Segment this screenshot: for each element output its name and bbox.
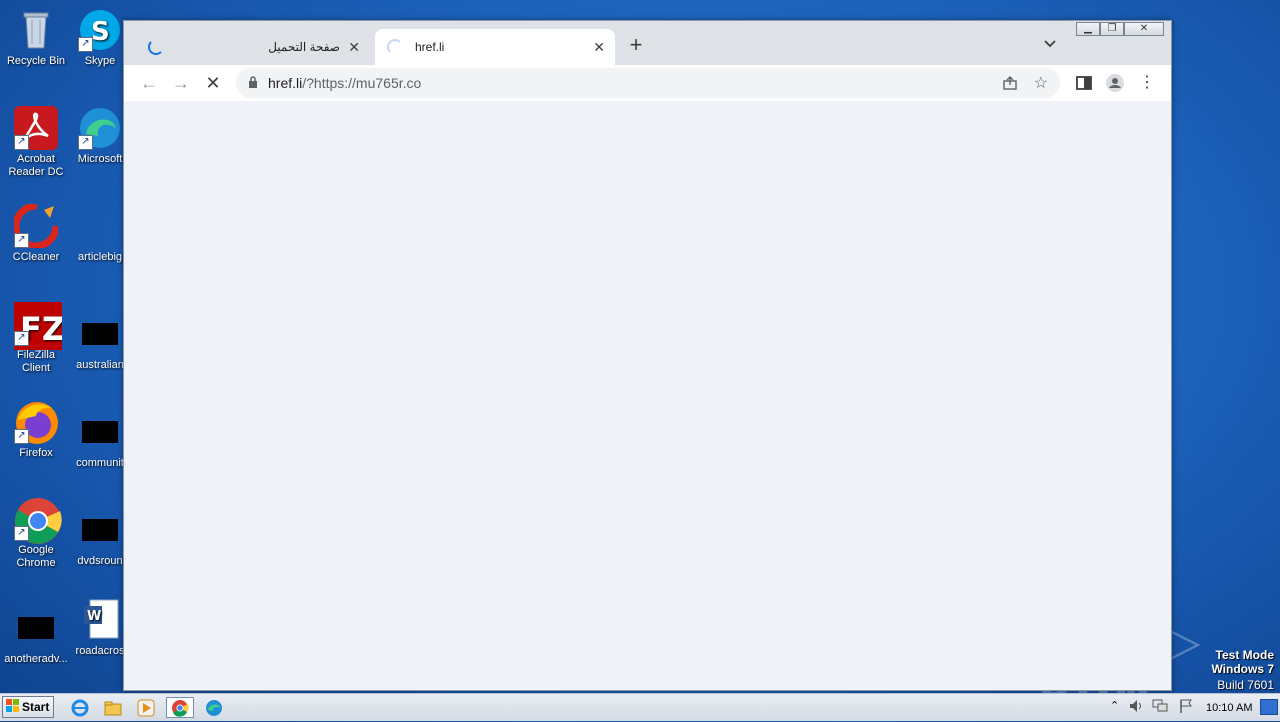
desktop-icon-label: CCleaner <box>12 251 60 263</box>
taskbar-ie-icon[interactable] <box>66 697 94 718</box>
desktop-icon-label: articlebig <box>77 251 123 263</box>
close-window-button[interactable]: ✕ <box>1124 22 1164 36</box>
page-content[interactable] <box>124 101 1171 690</box>
taskbar-explorer-icon[interactable] <box>99 697 127 718</box>
new-tab-button[interactable]: + <box>624 32 648 58</box>
shortcut-arrow-icon: ↗ <box>14 135 29 150</box>
shortcut-arrow-icon: ↗ <box>78 135 93 150</box>
desktop-icon-label: roadacros <box>75 645 125 657</box>
url-path: /?https://mu765r.co <box>302 75 422 91</box>
tab-strip: صفحة التحميل ✕ href.li ✕ + ▁ ❐ ✕ <box>124 21 1171 65</box>
show-desktop-button[interactable] <box>1260 699 1278 715</box>
tab-href-li[interactable]: href.li ✕ <box>375 29 615 65</box>
minimize-button[interactable]: ▁ <box>1076 22 1100 36</box>
desktop-icon-acrobat[interactable]: ↗ Acrobat Reader DC <box>3 106 69 179</box>
tray-overflow-icon[interactable]: ⌃ <box>1110 699 1119 712</box>
shortcut-arrow-icon: ↗ <box>14 429 29 444</box>
forward-button[interactable]: → <box>169 71 193 95</box>
ccleaner-icon: ↗ <box>12 202 60 250</box>
file-thumbnail-icon <box>18 617 54 639</box>
test-mode-label: Test Mode <box>1215 648 1274 662</box>
profile-avatar-icon[interactable] <box>1105 73 1125 93</box>
acrobat-icon: ↗ <box>14 106 58 150</box>
action-center-flag-icon[interactable] <box>1178 698 1194 719</box>
loading-spinner-icon <box>387 39 403 55</box>
tab-loading-page[interactable]: صفحة التحميل ✕ <box>138 29 370 65</box>
desktop-icon-label: Acrobat Reader DC <box>8 153 64 178</box>
stop-loading-button[interactable]: ✕ <box>201 71 225 95</box>
windows-logo-icon <box>6 698 20 716</box>
skype-icon: S ↗ <box>78 8 122 52</box>
taskbar-media-player-icon[interactable] <box>132 697 160 718</box>
shortcut-arrow-icon: ↗ <box>14 233 29 248</box>
desktop-icon-label: Microsoft <box>77 153 123 165</box>
start-label: Start <box>22 700 50 714</box>
address-bar[interactable]: href.li/?https://mu765r.co ☆ <box>236 68 1060 98</box>
desktop-icon-label: FileZilla Client <box>17 349 55 374</box>
back-button[interactable]: ← <box>137 71 161 95</box>
recycle-bin-icon <box>14 8 58 52</box>
desktop-icon-label: Recycle Bin <box>6 55 66 67</box>
file-thumbnail-icon <box>82 323 118 345</box>
start-button[interactable]: Start <box>2 696 54 718</box>
desktop-icon-label: Google Chrome <box>16 544 56 569</box>
close-tab-icon[interactable]: ✕ <box>348 39 360 56</box>
desktop-icon-google-chrome[interactable]: ↗ Google Chrome <box>3 497 69 570</box>
desktop-icon-label: anotheradv... <box>4 653 68 665</box>
chrome-icon: ↗ <box>14 497 62 544</box>
shortcut-arrow-icon: ↗ <box>14 331 29 346</box>
taskbar-clock[interactable]: 10:10 AM <box>1206 702 1252 714</box>
desktop-icon-ccleaner[interactable]: ↗ CCleaner <box>3 202 69 264</box>
taskbar: Start ⌃ 10:10 AM <box>0 693 1280 721</box>
volume-icon[interactable] <box>1128 698 1144 719</box>
tab-search-chevron-icon[interactable] <box>1042 35 1058 51</box>
edge-icon: ↗ <box>78 106 122 150</box>
loading-spinner-icon <box>148 39 164 55</box>
kebab-menu-icon[interactable]: ⋮ <box>1137 73 1157 93</box>
desktop-icon-filezilla[interactable]: FZ ↗ FileZilla Client <box>3 302 69 375</box>
taskbar-edge-icon[interactable] <box>200 697 228 718</box>
desktop-icon-firefox[interactable]: ↗ Firefox <box>3 400 69 460</box>
desktop-icon-label: australian <box>76 359 124 371</box>
shortcut-arrow-icon: ↗ <box>78 37 93 52</box>
side-panel-icon[interactable] <box>1074 73 1094 93</box>
svg-text:S: S <box>91 17 110 47</box>
build-number-label: Build 7601 <box>1217 678 1274 692</box>
file-thumbnail-icon <box>82 519 118 541</box>
file-thumbnail-icon <box>82 421 118 443</box>
desktop-icon-label: Skype <box>84 55 116 67</box>
desktop-icon-recycle-bin[interactable]: Recycle Bin <box>3 8 69 68</box>
tab-title: href.li <box>415 40 445 54</box>
word-document-icon: W <box>78 598 122 642</box>
filezilla-icon: FZ ↗ <box>14 302 65 350</box>
desktop-icon-label: Firefox <box>19 447 53 459</box>
desktop-icon-label: communit <box>76 457 124 469</box>
url-host: href.li <box>268 75 303 91</box>
close-tab-icon[interactable]: ✕ <box>593 39 605 56</box>
share-icon[interactable] <box>1002 75 1018 94</box>
tab-title: صفحة التحميل <box>268 40 340 54</box>
shortcut-arrow-icon: ↗ <box>14 526 29 541</box>
lock-icon <box>248 75 258 91</box>
windows-version-label: Windows 7 <box>1211 662 1274 676</box>
chrome-window[interactable]: صفحة التحميل ✕ href.li ✕ + ▁ ❐ ✕ ← → ✕ h… <box>123 20 1172 691</box>
taskbar-chrome-icon[interactable] <box>166 697 194 718</box>
desktop-icon-anotheradv[interactable]: anotheradv... <box>3 606 69 666</box>
firefox-icon: ↗ <box>14 400 58 444</box>
file-thumbnail-icon <box>78 204 122 248</box>
bookmark-star-icon[interactable]: ☆ <box>1034 73 1048 93</box>
desktop-icon-label: dvdsroun <box>77 555 123 567</box>
maximize-button[interactable]: ❐ <box>1100 22 1124 36</box>
network-icon[interactable] <box>1152 699 1168 718</box>
toolbar: ← → ✕ href.li/?https://mu765r.co ☆ ⋮ <box>124 65 1171 101</box>
svg-text:W: W <box>87 609 101 624</box>
